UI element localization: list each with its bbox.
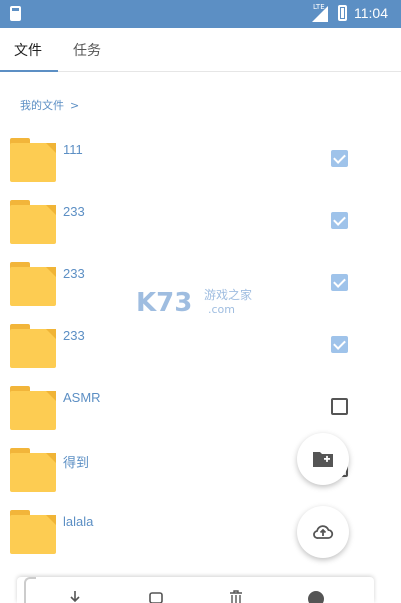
file-name: 233 <box>63 328 85 343</box>
copy-icon[interactable] <box>148 589 164 603</box>
cloud-upload-icon <box>313 525 334 539</box>
folder-icon <box>10 138 56 182</box>
file-name: ASMR <box>63 390 101 405</box>
new-folder-button[interactable] <box>297 433 349 485</box>
item-checkbox[interactable] <box>331 274 348 291</box>
k73-watermark-logo: K73 游戏之家 .com <box>136 287 252 318</box>
more-icon[interactable] <box>308 589 324 603</box>
sheet-handle[interactable] <box>24 577 36 603</box>
tab-bar: 文件 任务 <box>0 28 401 72</box>
breadcrumb-separator: > <box>70 99 80 112</box>
file-name: lalala <box>63 514 94 529</box>
svg-text:.com: .com <box>208 303 235 316</box>
signal-icon <box>312 6 328 22</box>
status-bar: LTE 11:04 <box>0 0 401 28</box>
list-item[interactable]: 233 <box>0 192 401 254</box>
tab-tasks[interactable]: 任务 <box>73 40 101 60</box>
delete-icon[interactable] <box>228 589 244 603</box>
battery-icon <box>338 5 347 21</box>
sd-card-icon <box>10 6 21 21</box>
folder-icon <box>10 324 56 368</box>
upload-button[interactable] <box>297 506 349 558</box>
folder-icon <box>10 262 56 306</box>
list-item[interactable]: ASMR <box>0 378 401 440</box>
file-name: 233 <box>63 266 85 281</box>
file-name: 111 <box>63 142 83 157</box>
list-item[interactable]: 233 <box>0 316 401 378</box>
breadcrumb[interactable]: 我的文件 > <box>20 97 79 113</box>
bottom-action-bar <box>17 577 374 603</box>
svg-text:游戏之家: 游戏之家 <box>204 287 252 302</box>
download-icon[interactable] <box>67 589 83 603</box>
folder-icon <box>10 510 56 554</box>
folder-icon <box>10 448 56 492</box>
folder-icon <box>10 386 56 430</box>
item-checkbox[interactable] <box>331 212 348 229</box>
file-name: 得到 <box>63 455 90 470</box>
list-item[interactable]: 111 <box>0 130 401 192</box>
breadcrumb-label[interactable]: 我的文件 <box>20 99 64 112</box>
status-time: 11:04 <box>354 5 388 21</box>
folder-add-icon <box>313 452 333 467</box>
tab-files[interactable]: 文件 <box>14 40 42 60</box>
item-checkbox[interactable] <box>331 398 348 415</box>
file-name: 233 <box>63 204 85 219</box>
item-checkbox[interactable] <box>331 150 348 167</box>
item-checkbox[interactable] <box>331 336 348 353</box>
folder-icon <box>10 200 56 244</box>
svg-text:K73: K73 <box>136 288 192 318</box>
tab-indicator <box>0 70 58 72</box>
